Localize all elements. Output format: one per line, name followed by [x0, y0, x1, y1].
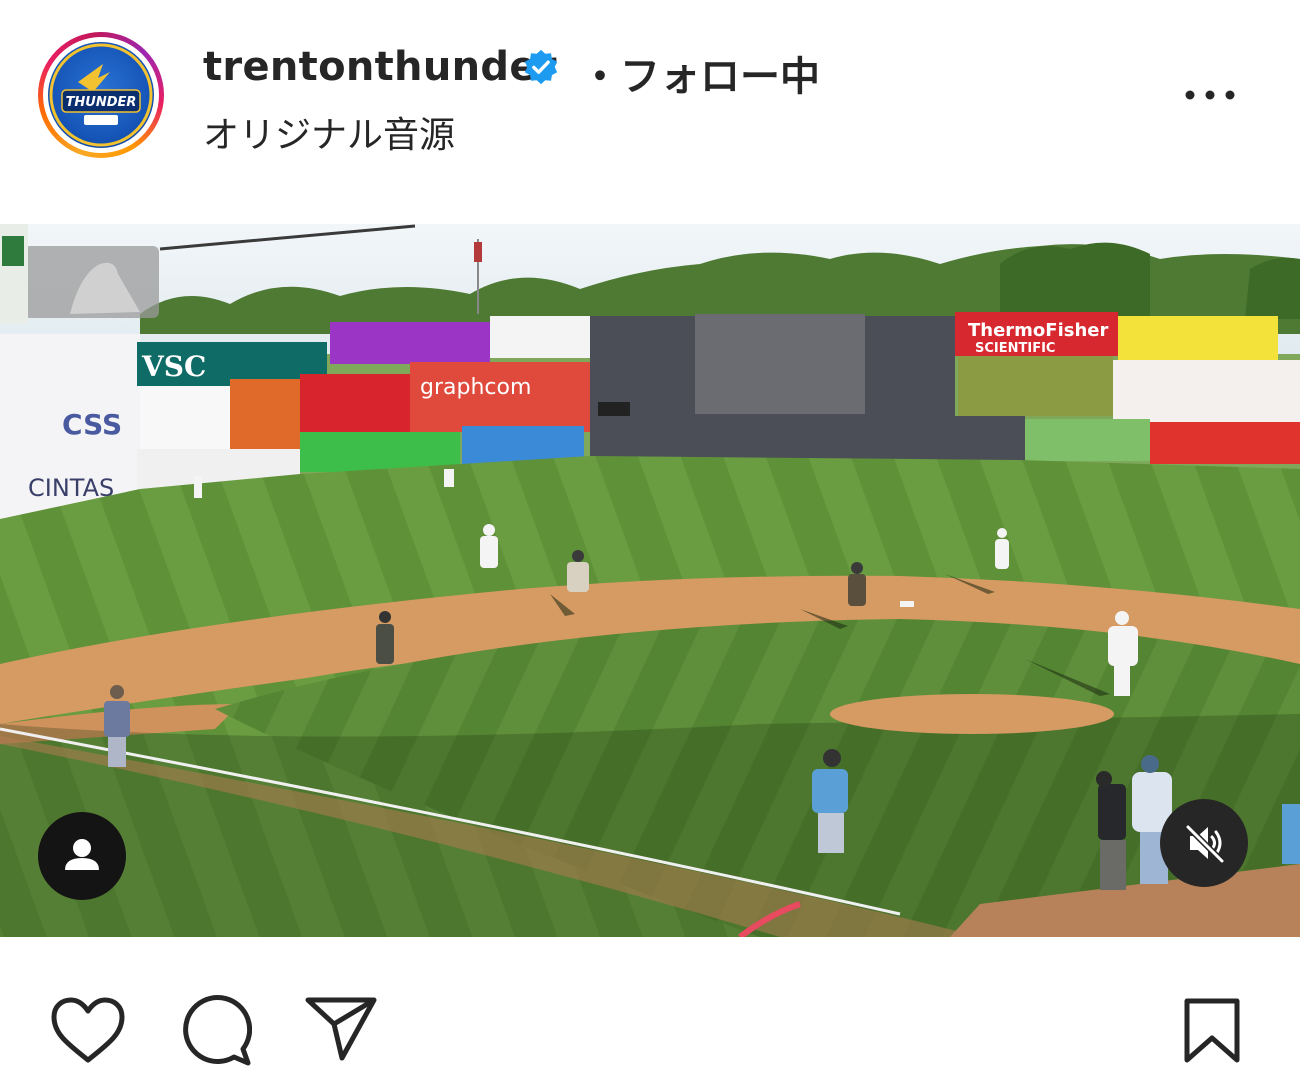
svg-text:VSC: VSC: [141, 350, 206, 383]
separator-dot: ・: [580, 54, 620, 100]
svg-text:SCIENTIFIC: SCIENTIFIC: [975, 341, 1055, 356]
audio-link[interactable]: オリジナル音源: [203, 106, 455, 158]
avatar[interactable]: THUNDER: [48, 42, 154, 148]
svg-text:ThermoFisher: ThermoFisher: [968, 320, 1109, 341]
team-logo: THUNDER: [49, 43, 153, 147]
tagged-people-icon: [65, 839, 99, 870]
more-options-icon[interactable]: [1180, 80, 1240, 110]
username-link[interactable]: trentonthunder: [203, 44, 557, 90]
bookmark-icon[interactable]: [1182, 998, 1242, 1064]
share-icon[interactable]: [304, 996, 378, 1062]
comment-icon[interactable]: [178, 994, 252, 1068]
svg-text:THUNDER: THUNDER: [66, 95, 137, 110]
svg-text:CSS: CSS: [62, 408, 122, 441]
heart-icon[interactable]: [50, 996, 126, 1064]
video-player[interactable]: CSS CINTAS VSC graphcom ThermoFisher SCI…: [0, 224, 1300, 937]
svg-text:graphcom: graphcom: [420, 375, 531, 400]
post-header: THUNDER trentonthunder ・ フォロー中 オリジナル音源: [0, 0, 1300, 190]
video-frame: CSS CINTAS VSC graphcom ThermoFisher SCI…: [0, 224, 1300, 937]
tagged-people-button[interactable]: [38, 812, 126, 900]
verified-badge-icon: [524, 49, 558, 85]
mute-toggle-button[interactable]: [1160, 799, 1248, 887]
story-ring[interactable]: THUNDER: [38, 32, 164, 158]
muted-speaker-icon: [1185, 824, 1225, 864]
follow-status-button[interactable]: フォロー中: [620, 44, 820, 102]
action-bar: [0, 940, 1300, 1079]
